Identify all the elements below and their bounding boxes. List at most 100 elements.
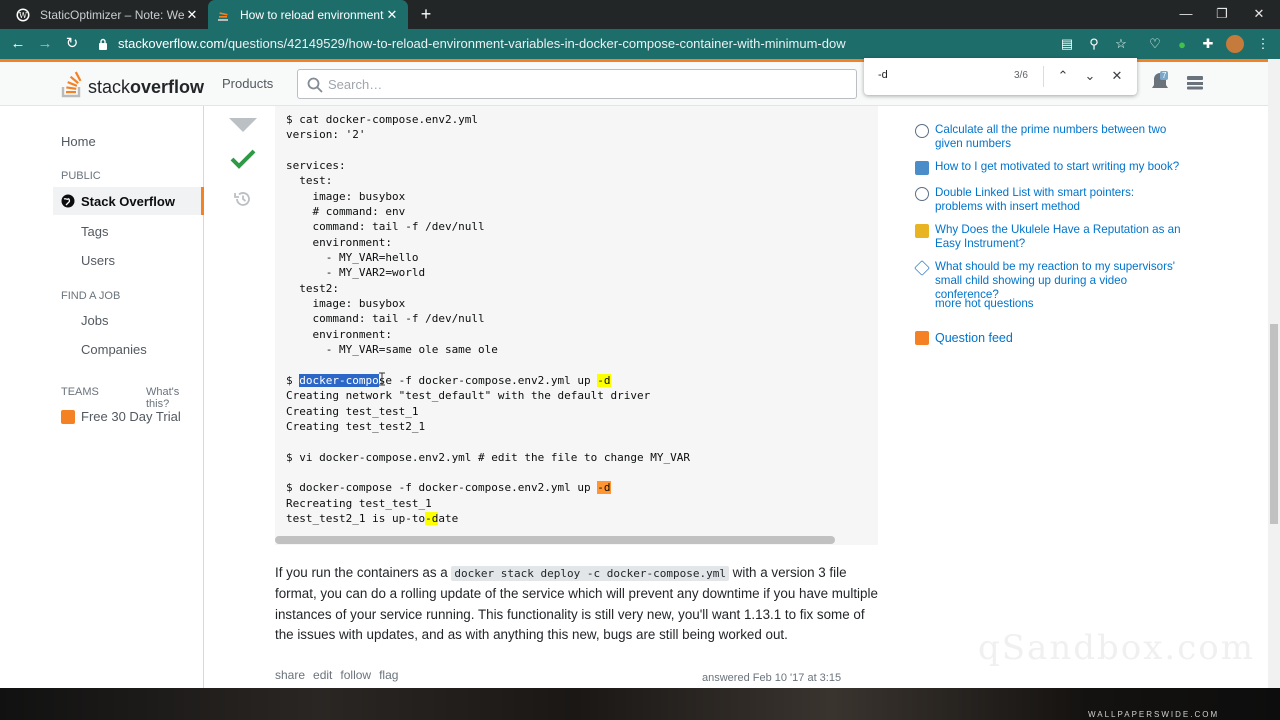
- hot-question-item[interactable]: Double Linked List with smart pointers: …: [915, 186, 1185, 214]
- extensions-puzzle-icon[interactable]: ✚: [1199, 35, 1217, 53]
- profile-avatar[interactable]: [1226, 35, 1244, 53]
- find-in-page-bar: -d 3/6 ⌃ ⌄ ✕: [864, 58, 1137, 95]
- accepted-checkmark-icon: [230, 149, 256, 169]
- find-input[interactable]: -d: [878, 69, 888, 81]
- share-link[interactable]: share: [275, 668, 305, 682]
- code-line: test2:: [286, 281, 339, 295]
- code-line: Recreating test_test_1: [286, 496, 432, 510]
- find-next-icon[interactable]: ⌄: [1081, 67, 1099, 85]
- site-search[interactable]: [297, 69, 857, 99]
- writing-site-icon: [915, 161, 929, 175]
- nav-stackoverflow-label: Stack Overflow: [81, 193, 175, 209]
- nav-jobs[interactable]: Jobs: [81, 313, 108, 328]
- hot-question-item[interactable]: Calculate all the prime numbers between …: [915, 123, 1185, 151]
- evernote-icon[interactable]: ●: [1173, 35, 1191, 53]
- code-line: Creating network "test_default" with the…: [286, 389, 651, 403]
- forward-icon[interactable]: →: [35, 34, 55, 54]
- products-menu[interactable]: Products: [222, 76, 273, 91]
- nav-section-public: PUBLIC: [61, 170, 101, 182]
- url-host: stackoverflow.com: [118, 36, 225, 51]
- logo-text-bold: overflow: [130, 77, 205, 97]
- tab-title: How to reload environment varia: [240, 7, 384, 22]
- search-icon: [307, 77, 323, 93]
- left-sidebar: Home PUBLIC Stack Overflow Tags Users FI…: [0, 106, 204, 688]
- code-line: version: '2': [286, 128, 366, 142]
- question-feed-label: Question feed: [935, 331, 1013, 345]
- lock-icon: [99, 38, 107, 50]
- reader-mode-icon[interactable]: ▤: [1058, 35, 1076, 53]
- code-horizontal-scrollbar[interactable]: [275, 536, 835, 544]
- hot-question-title: What should be my reaction to my supervi…: [935, 260, 1175, 301]
- close-tab-icon[interactable]: ✕: [384, 7, 400, 23]
- reload-icon[interactable]: ↻: [62, 34, 82, 54]
- hot-question-title: Double Linked List with smart pointers: …: [935, 186, 1135, 213]
- answer-text: If you run the containers as a: [275, 565, 452, 580]
- nav-stackoverflow[interactable]: Stack Overflow: [53, 187, 204, 215]
- back-icon[interactable]: ←: [8, 34, 28, 54]
- maximize-icon[interactable]: ❐: [1210, 4, 1234, 24]
- hot-question-item[interactable]: Why Does the Ukulele Have a Reputation a…: [915, 223, 1185, 251]
- stackoverflow-logo[interactable]: stackoverflow: [60, 70, 204, 98]
- history-icon[interactable]: [234, 190, 252, 208]
- teams-whats-this-link[interactable]: What's this?: [146, 386, 203, 410]
- bookmark-star-icon[interactable]: ☆: [1112, 35, 1130, 53]
- code-review-site-icon: [915, 187, 929, 201]
- code-line: Creating test_test_1: [286, 404, 419, 418]
- code-line: environment:: [286, 235, 392, 249]
- question-feed-link[interactable]: Question feed: [915, 331, 1013, 345]
- page-vertical-scrollbar[interactable]: [1268, 59, 1280, 688]
- follow-link[interactable]: follow: [340, 668, 371, 682]
- new-tab-icon[interactable]: +: [416, 4, 436, 24]
- nav-free-trial-label: Free 30 Day Trial: [81, 409, 181, 424]
- svg-text:W: W: [19, 11, 28, 20]
- downvote-arrow-icon[interactable]: [229, 118, 257, 132]
- url-path: /questions/42149529/how-to-reload-enviro…: [224, 36, 846, 51]
- close-window-icon[interactable]: ✕: [1247, 4, 1271, 24]
- logo-text-plain: stack: [88, 77, 131, 97]
- hot-question-item[interactable]: What should be my reaction to my supervi…: [914, 260, 1185, 302]
- browser-toolbar: ← → ↻ stackoverflow.com/questions/421495…: [0, 29, 1280, 59]
- find-close-icon[interactable]: ✕: [1108, 67, 1126, 85]
- answered-timestamp: answered Feb 10 '17 at 3:15: [702, 672, 842, 684]
- code-line: environment:: [286, 327, 392, 341]
- nav-users[interactable]: Users: [81, 253, 115, 268]
- wordpress-icon: W: [16, 8, 30, 21]
- globe-icon: [61, 194, 75, 208]
- browser-tab-active[interactable]: How to reload environment varia ✕: [208, 0, 408, 29]
- browser-tab-staticoptimizer[interactable]: W StaticOptimizer – Note: We're in ✕: [8, 0, 208, 29]
- nav-section-find-a-job: FIND A JOB: [61, 290, 121, 302]
- stackoverflow-favicon-icon: [218, 11, 228, 21]
- pocket-icon[interactable]: ♡: [1146, 35, 1164, 53]
- find-current-match-highlight: -d: [597, 481, 611, 495]
- chrome-menu-icon[interactable]: ⋮: [1254, 35, 1272, 53]
- address-bar[interactable]: stackoverflow.com/questions/42149529/how…: [118, 36, 846, 51]
- stackexchange-menu-icon[interactable]: [1185, 73, 1205, 93]
- close-tab-icon[interactable]: ✕: [184, 7, 200, 23]
- minimize-icon[interactable]: —: [1174, 4, 1198, 24]
- code-review-site-icon: [915, 124, 929, 138]
- nav-home[interactable]: Home: [61, 134, 96, 149]
- nav-section-teams: TEAMS: [61, 386, 99, 398]
- find-match-highlight: -d: [425, 511, 439, 525]
- code-line: Creating test_test2_1: [286, 419, 426, 433]
- flag-link[interactable]: flag: [379, 668, 398, 682]
- rss-icon: [915, 331, 929, 345]
- code-line: $ cat docker-compose.env2.yml: [286, 113, 479, 126]
- code-line: command: tail -f /dev/null: [286, 220, 485, 234]
- code-line: se -f docker-compose.env2.yml up: [378, 373, 598, 387]
- teams-briefcase-icon: [61, 409, 75, 424]
- code-line: - MY_VAR=same ole same ole: [286, 343, 498, 357]
- zoom-icon[interactable]: ⚲: [1085, 35, 1103, 53]
- stackoverflow-logo-icon: [61, 71, 82, 98]
- nav-free-trial[interactable]: Free 30 Day Trial: [61, 409, 181, 424]
- find-previous-icon[interactable]: ⌃: [1054, 67, 1072, 85]
- hot-question-item[interactable]: How to I get motivated to start writing …: [915, 160, 1185, 175]
- inline-code: docker stack deploy -c docker-compose.ym…: [451, 566, 729, 581]
- edit-link[interactable]: edit: [313, 668, 332, 682]
- nav-companies[interactable]: Companies: [81, 342, 147, 357]
- scrollbar-thumb[interactable]: [1270, 324, 1278, 524]
- search-input[interactable]: [328, 75, 828, 93]
- more-hot-questions-link[interactable]: more hot questions: [935, 297, 1034, 310]
- nav-tags[interactable]: Tags: [81, 224, 108, 239]
- find-match-count: 3/6: [1014, 70, 1028, 81]
